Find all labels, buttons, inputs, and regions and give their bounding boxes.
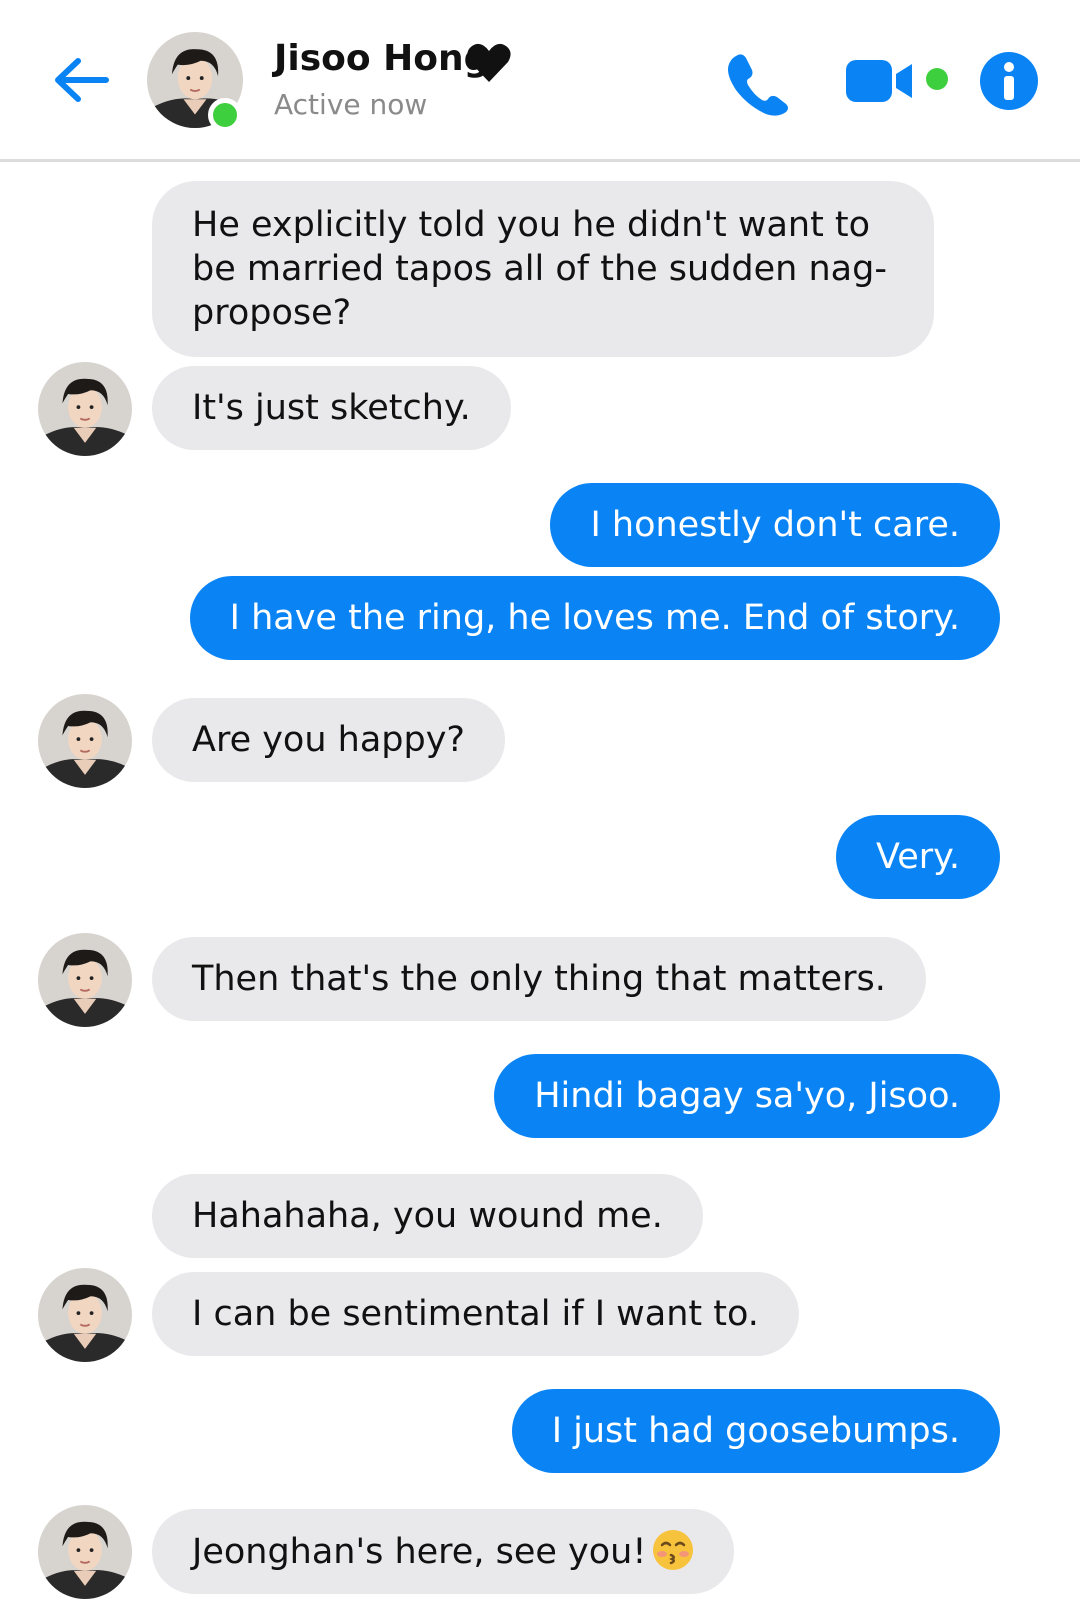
received-message[interactable]: Jeonghan's here, see you!	[152, 1509, 735, 1594]
info-icon[interactable]	[980, 52, 1038, 110]
received-message[interactable]: Hahahaha, you wound me.	[152, 1174, 703, 1258]
received-message[interactable]: Are you happy?	[152, 698, 506, 782]
received-message[interactable]: Then that's the only thing that matters.	[152, 937, 926, 1021]
sent-message[interactable]: Hindi bagay sa'yo, Jisoo.	[494, 1054, 1000, 1138]
heart-icon	[467, 43, 511, 82]
sent-message[interactable]: I just had goosebumps.	[511, 1389, 1000, 1473]
sent-message[interactable]: I honestly don't care.	[550, 483, 1000, 567]
contact-avatar-small[interactable]	[38, 694, 132, 788]
contact-status: Active now	[274, 88, 428, 121]
message-text: Jeonghan's here, see you!	[192, 1532, 647, 1572]
sent-message[interactable]: I have the ring, he loves me. End of sto…	[189, 576, 1000, 660]
contact-avatar-small[interactable]	[38, 933, 132, 1027]
contact-avatar-small[interactable]	[38, 362, 132, 456]
sent-message[interactable]: Very.	[836, 815, 1000, 899]
video-active-dot	[926, 68, 948, 90]
video-camera-icon[interactable]	[846, 56, 918, 106]
online-status-dot	[208, 98, 242, 132]
back-arrow-icon[interactable]	[50, 48, 114, 112]
received-message[interactable]: It's just sketchy.	[152, 366, 511, 450]
contact-name[interactable]: Jisoo Hong	[274, 38, 489, 79]
chat-header: Jisoo Hong Active now	[0, 0, 1080, 162]
kissing-face-emoji-icon	[653, 1530, 694, 1570]
received-message[interactable]: He explicitly told you he didn't want to…	[152, 181, 934, 357]
contact-avatar-small[interactable]	[38, 1268, 132, 1362]
received-message[interactable]: I can be sentimental if I want to.	[152, 1272, 799, 1356]
phone-icon[interactable]	[722, 48, 792, 118]
contact-avatar-small[interactable]	[38, 1505, 132, 1599]
